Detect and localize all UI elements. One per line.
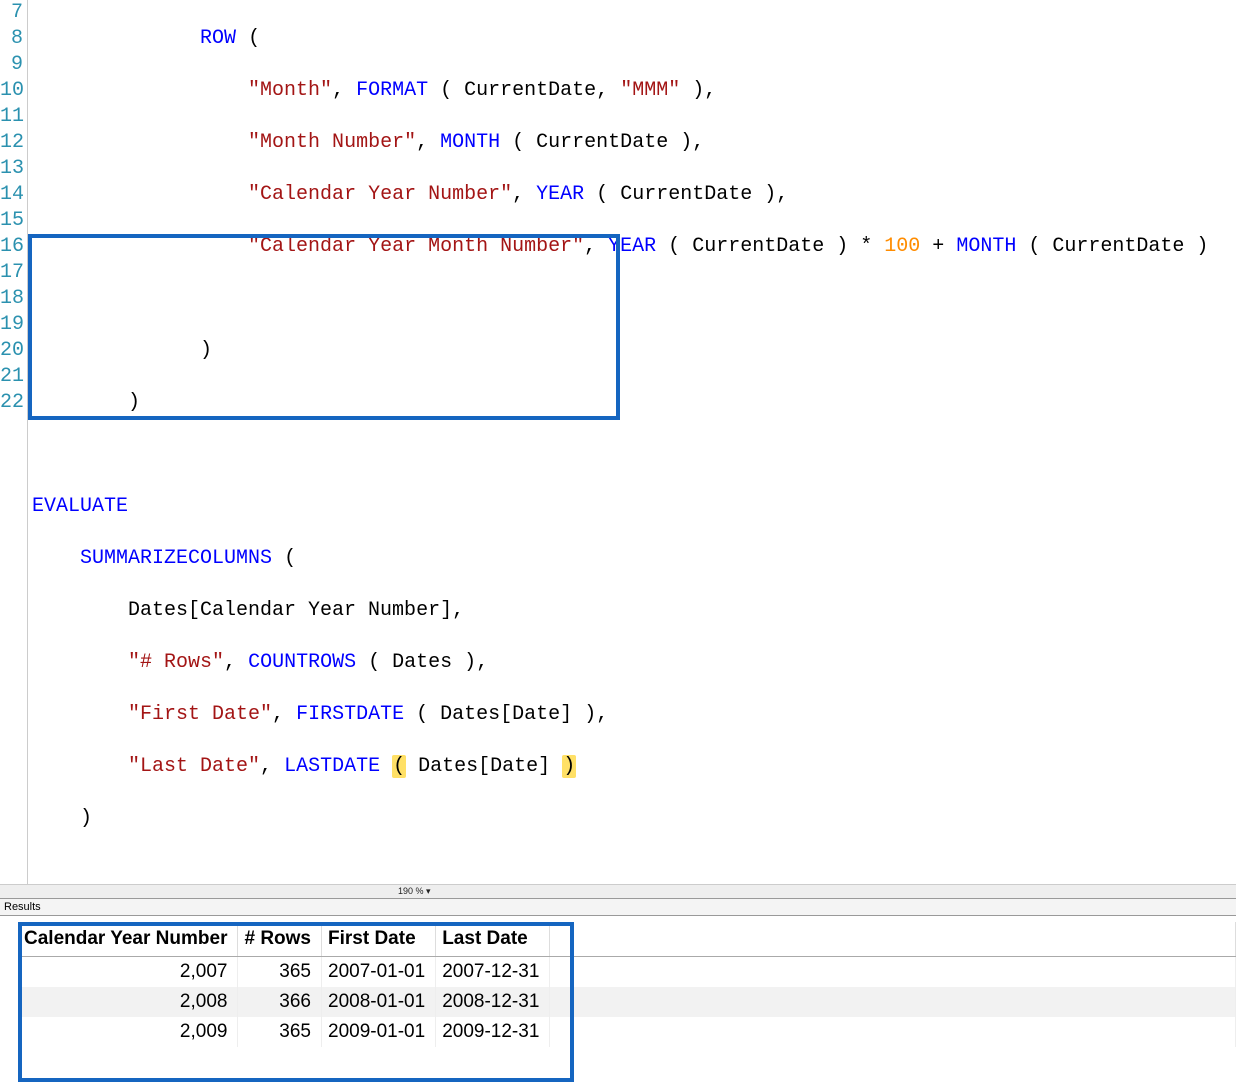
results-panel-label: Results xyxy=(0,898,1236,916)
cell-first-date: 2009-01-01 xyxy=(322,1017,436,1047)
cell-count: 365 xyxy=(238,957,322,988)
zoom-level[interactable]: 190 % ▾ xyxy=(0,884,1236,898)
line-number: 17 xyxy=(0,260,23,286)
cell-last-date: 2009-12-31 xyxy=(436,1017,550,1047)
table-row[interactable]: 2,008 366 2008-01-01 2008-12-31 xyxy=(18,987,1236,1017)
line-number: 16 xyxy=(0,234,23,260)
line-number: 13 xyxy=(0,156,23,182)
cell-last-date: 2007-12-31 xyxy=(436,957,550,988)
line-number: 8 xyxy=(0,26,23,52)
cell-last-date: 2008-12-31 xyxy=(436,987,550,1017)
results-table[interactable]: Calendar Year Number # Rows First Date L… xyxy=(18,922,1236,1047)
column-header[interactable]: Last Date xyxy=(436,922,550,957)
line-number: 9 xyxy=(0,52,23,78)
matching-paren-close: ) xyxy=(562,755,576,778)
matching-paren-open: ( xyxy=(392,755,406,778)
line-number: 21 xyxy=(0,364,23,390)
table-row[interactable]: 2,009 365 2009-01-01 2009-12-31 xyxy=(18,1017,1236,1047)
line-number: 19 xyxy=(0,312,23,338)
line-number: 18 xyxy=(0,286,23,312)
table-row[interactable]: 2,007 365 2007-01-01 2007-12-31 xyxy=(18,957,1236,988)
line-number: 20 xyxy=(0,338,23,364)
code-area[interactable]: ROW ( "Month", FORMAT ( CurrentDate, "MM… xyxy=(28,0,1236,884)
line-number: 10 xyxy=(0,78,23,104)
cell-year: 2,009 xyxy=(18,1017,238,1047)
column-header-spacer xyxy=(550,922,1236,957)
column-header[interactable]: Calendar Year Number xyxy=(18,922,238,957)
column-header[interactable]: # Rows xyxy=(238,922,322,957)
line-number-gutter: 7 8 9 10 11 12 13 14 15 16 17 18 19 20 2… xyxy=(0,0,28,884)
cell-year: 2,007 xyxy=(18,957,238,988)
line-number: 22 xyxy=(0,390,23,416)
line-number: 7 xyxy=(0,0,23,26)
results-panel: Calendar Year Number # Rows First Date L… xyxy=(0,922,1236,1047)
cell-first-date: 2008-01-01 xyxy=(322,987,436,1017)
code-editor[interactable]: 7 8 9 10 11 12 13 14 15 16 17 18 19 20 2… xyxy=(0,0,1236,884)
cell-count: 366 xyxy=(238,987,322,1017)
line-number: 11 xyxy=(0,104,23,130)
cell-first-date: 2007-01-01 xyxy=(322,957,436,988)
line-number: 14 xyxy=(0,182,23,208)
cell-count: 365 xyxy=(238,1017,322,1047)
line-number: 15 xyxy=(0,208,23,234)
line-number: 12 xyxy=(0,130,23,156)
cell-year: 2,008 xyxy=(18,987,238,1017)
column-header[interactable]: First Date xyxy=(322,922,436,957)
